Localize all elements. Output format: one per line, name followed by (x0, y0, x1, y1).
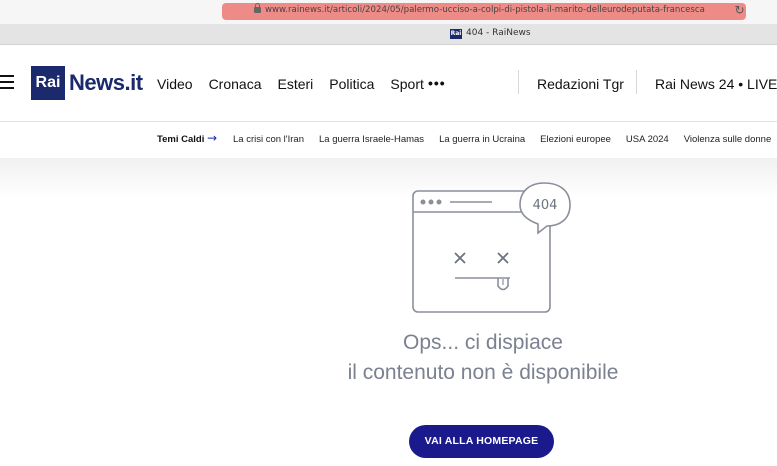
window-dot (436, 199, 442, 205)
arrow-right-icon[interactable]: → (207, 131, 217, 145)
error-browser-illustration-icon: 404 (412, 182, 571, 313)
topic-link[interactable]: La guerra Israele-Hamas (319, 134, 424, 145)
topic-link[interactable]: La crisi con l'Iran (233, 134, 304, 145)
hot-topics-list: La crisi con l'Iran La guerra Israele-Ha… (233, 134, 777, 145)
window-dot (428, 199, 434, 205)
rai-favicon-icon: Rai (450, 29, 462, 39)
window-dot (420, 199, 426, 205)
site-header: Rai News.it Video Cronaca Esteri Politic… (0, 45, 777, 122)
error-message-line2: il contenuto non è disponibile (347, 361, 619, 384)
topic-link[interactable]: Elezioni europee (540, 134, 611, 145)
divider (518, 70, 519, 94)
redazioni-tgr-link[interactable]: Redazioni Tgr (537, 76, 624, 92)
url-text[interactable]: www.rainews.it/articoli/2024/05/palermo-… (265, 5, 720, 15)
logo-news: News.it (69, 70, 143, 95)
tab-bar: Rai 404 - RaiNews (0, 24, 777, 45)
reload-icon[interactable]: ↻ (733, 4, 746, 17)
nav-item-esteri[interactable]: Esteri (277, 76, 313, 92)
logo-rai: Rai (31, 66, 65, 100)
browser-url-bar: www.rainews.it/articoli/2024/05/palermo-… (0, 0, 777, 24)
lock-icon (254, 3, 261, 13)
rainews-logo[interactable]: Rai News.it (31, 66, 143, 100)
go-homepage-button[interactable]: VAI ALLA HOMEPAGE (409, 425, 554, 458)
error-code-text: 404 (533, 198, 558, 213)
more-dots-icon[interactable]: ••• (428, 75, 446, 91)
nav-item-sport[interactable]: Sport (390, 76, 423, 92)
x-eye-right (497, 252, 509, 264)
topic-link[interactable]: USA 2024 (626, 134, 669, 145)
tab-title[interactable]: 404 - RaiNews (466, 28, 531, 38)
hot-topics-bar: Temi Caldi → La crisi con l'Iran La guer… (0, 122, 777, 158)
x-eye-left (454, 252, 466, 264)
divider (636, 70, 637, 94)
error-content: 404 Ops... ci dispiace il contenuto non … (0, 159, 777, 466)
topic-link[interactable]: La guerra in Ucraina (439, 134, 525, 145)
nav-item-video[interactable]: Video (157, 76, 193, 92)
address-field[interactable]: www.rainews.it/articoli/2024/05/palermo-… (222, 3, 746, 20)
menu-icon[interactable] (0, 75, 14, 90)
main-nav: Video Cronaca Esteri Politica Sport (157, 76, 440, 92)
topic-link[interactable]: Violenza sulle donne (684, 134, 772, 145)
nav-item-politica[interactable]: Politica (329, 76, 374, 92)
hot-topics-label[interactable]: Temi Caldi (157, 134, 204, 145)
rainews24-live-link[interactable]: Rai News 24 • LIVE (655, 76, 777, 92)
error-message-line1: Ops... ci dispiace (403, 331, 563, 354)
nav-item-cronaca[interactable]: Cronaca (209, 76, 262, 92)
